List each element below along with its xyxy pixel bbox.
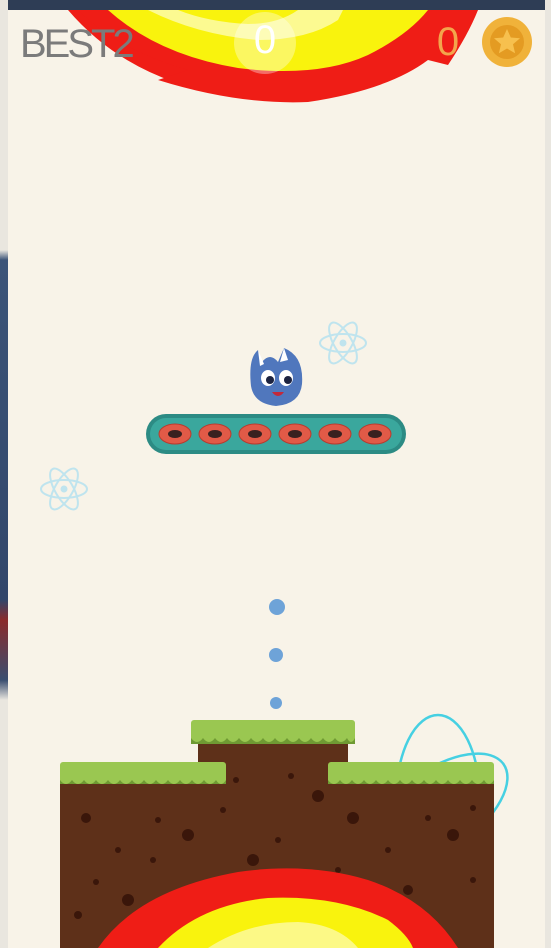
best-score: BEST2 xyxy=(20,22,135,67)
floating-platform[interactable] xyxy=(146,414,406,454)
atom-icon[interactable] xyxy=(40,465,88,514)
star-coin-icon xyxy=(490,25,524,59)
coin-count: 0 xyxy=(436,20,460,64)
game-scene xyxy=(40,10,509,948)
blue-creature-icon[interactable] xyxy=(250,348,303,406)
best-label: BEST xyxy=(20,22,116,66)
current-score: 0 xyxy=(253,18,277,62)
coin-button[interactable] xyxy=(482,17,532,67)
background-strip-left xyxy=(0,0,8,948)
best-value: 2 xyxy=(112,22,134,66)
jump-trail xyxy=(269,599,285,709)
background-strip-right xyxy=(545,0,551,948)
game-canvas[interactable]: BEST2 0 0 xyxy=(8,10,545,948)
app-frame: BEST2 0 0 xyxy=(0,0,551,948)
hud: BEST2 0 0 xyxy=(8,10,545,80)
atom-icon[interactable] xyxy=(319,319,367,368)
